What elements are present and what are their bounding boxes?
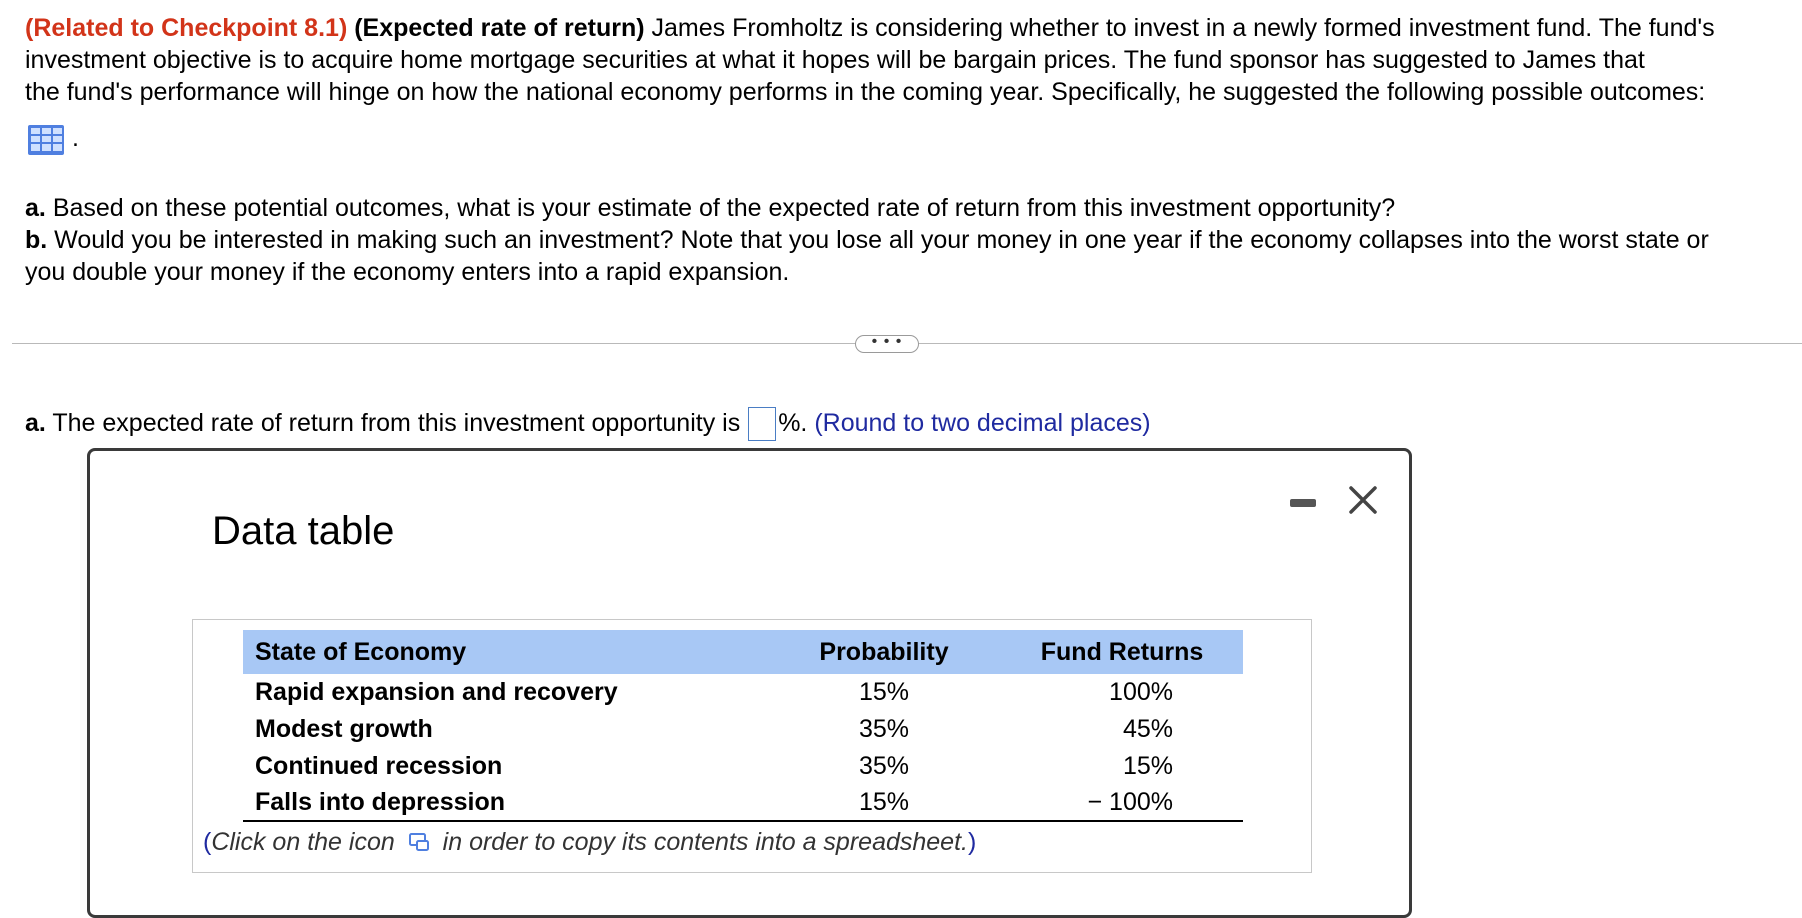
cell-return: 15% [1122, 752, 1173, 780]
intro-line2: investment objective is to acquire home … [25, 46, 1645, 74]
cell-probability: 15% [858, 678, 910, 706]
expand-more-button[interactable]: • • • [855, 334, 919, 353]
minimize-icon[interactable] [1290, 499, 1316, 507]
part-b-question: b. Would you be interested in making suc… [25, 224, 1802, 256]
caption-after: in order to copy its contents into a spr… [442, 828, 968, 856]
answer-suffix: %. [778, 409, 808, 437]
answer-label: a. [25, 409, 46, 437]
cell-state: Continued recession [255, 752, 503, 780]
intro-line1: James Fromholtz is considering whether t… [651, 14, 1715, 42]
checkpoint-tag: (Related to Checkpoint 8.1) [25, 14, 348, 42]
part-a-label: a. [25, 194, 46, 222]
table-row: Continued recession 35% 15% [243, 748, 1243, 785]
grid-table-icon[interactable] [27, 124, 65, 156]
close-icon[interactable] [1346, 483, 1380, 517]
part-a-text: Based on these potential outcomes, what … [52, 194, 1396, 222]
cell-state: Falls into depression [243, 785, 767, 822]
copy-spreadsheet-icon[interactable] [408, 831, 430, 853]
outcomes-table: State of Economy Probability Fund Return… [243, 630, 1243, 822]
expected-return-input[interactable] [748, 407, 777, 442]
header-state: State of Economy [243, 630, 767, 674]
cell-return: − 100% [1001, 785, 1243, 822]
answer-line: a. The expected rate of return from this… [25, 406, 1151, 442]
table-row: Modest growth 35% 45% [243, 711, 1243, 748]
table-row: Rapid expansion and recovery 15% 100% [243, 674, 1243, 711]
table-header-row: State of Economy Probability Fund Return… [243, 630, 1243, 674]
data-table-frame: State of Economy Probability Fund Return… [192, 619, 1312, 873]
modal-title: Data table [212, 509, 395, 553]
caption-before: Click on the icon [211, 828, 395, 856]
header-probability: Probability [767, 630, 1001, 674]
cell-state: Rapid expansion and recovery [255, 678, 618, 706]
intro-line3: the fund's performance will hinge on how… [25, 78, 1706, 106]
question-paragraph-line1: (Related to Checkpoint 8.1) (Expected ra… [25, 12, 1802, 44]
cell-return: 45% [1122, 715, 1173, 743]
cell-probability: 35% [858, 715, 910, 743]
header-fund-returns: Fund Returns [1001, 630, 1243, 674]
part-b-label: b. [25, 226, 48, 254]
answer-text: The expected rate of return from this in… [52, 409, 741, 437]
cell-probability: 35% [858, 752, 910, 780]
cell-return: 100% [1109, 678, 1173, 706]
data-table-modal: Data table State of Economy Probability … [87, 448, 1412, 918]
cell-state: Modest growth [255, 715, 433, 743]
icon-trailing-period: . [72, 124, 79, 152]
part-b-text-line1: Would you be interested in making such a… [54, 226, 1709, 254]
cell-probability: 15% [767, 785, 1001, 822]
rounding-hint: (Round to two decimal places) [814, 409, 1151, 437]
part-a-question: a. Based on these potential outcomes, wh… [25, 192, 1802, 224]
table-row: Falls into depression 15% − 100% [243, 785, 1243, 822]
part-b-text-line2: you double your money if the economy ent… [25, 258, 790, 286]
caption-close-paren: ) [967, 828, 977, 856]
question-topic: (Expected rate of return) [354, 14, 645, 42]
copy-caption: (Click on the icon in order to copy its … [203, 828, 976, 857]
